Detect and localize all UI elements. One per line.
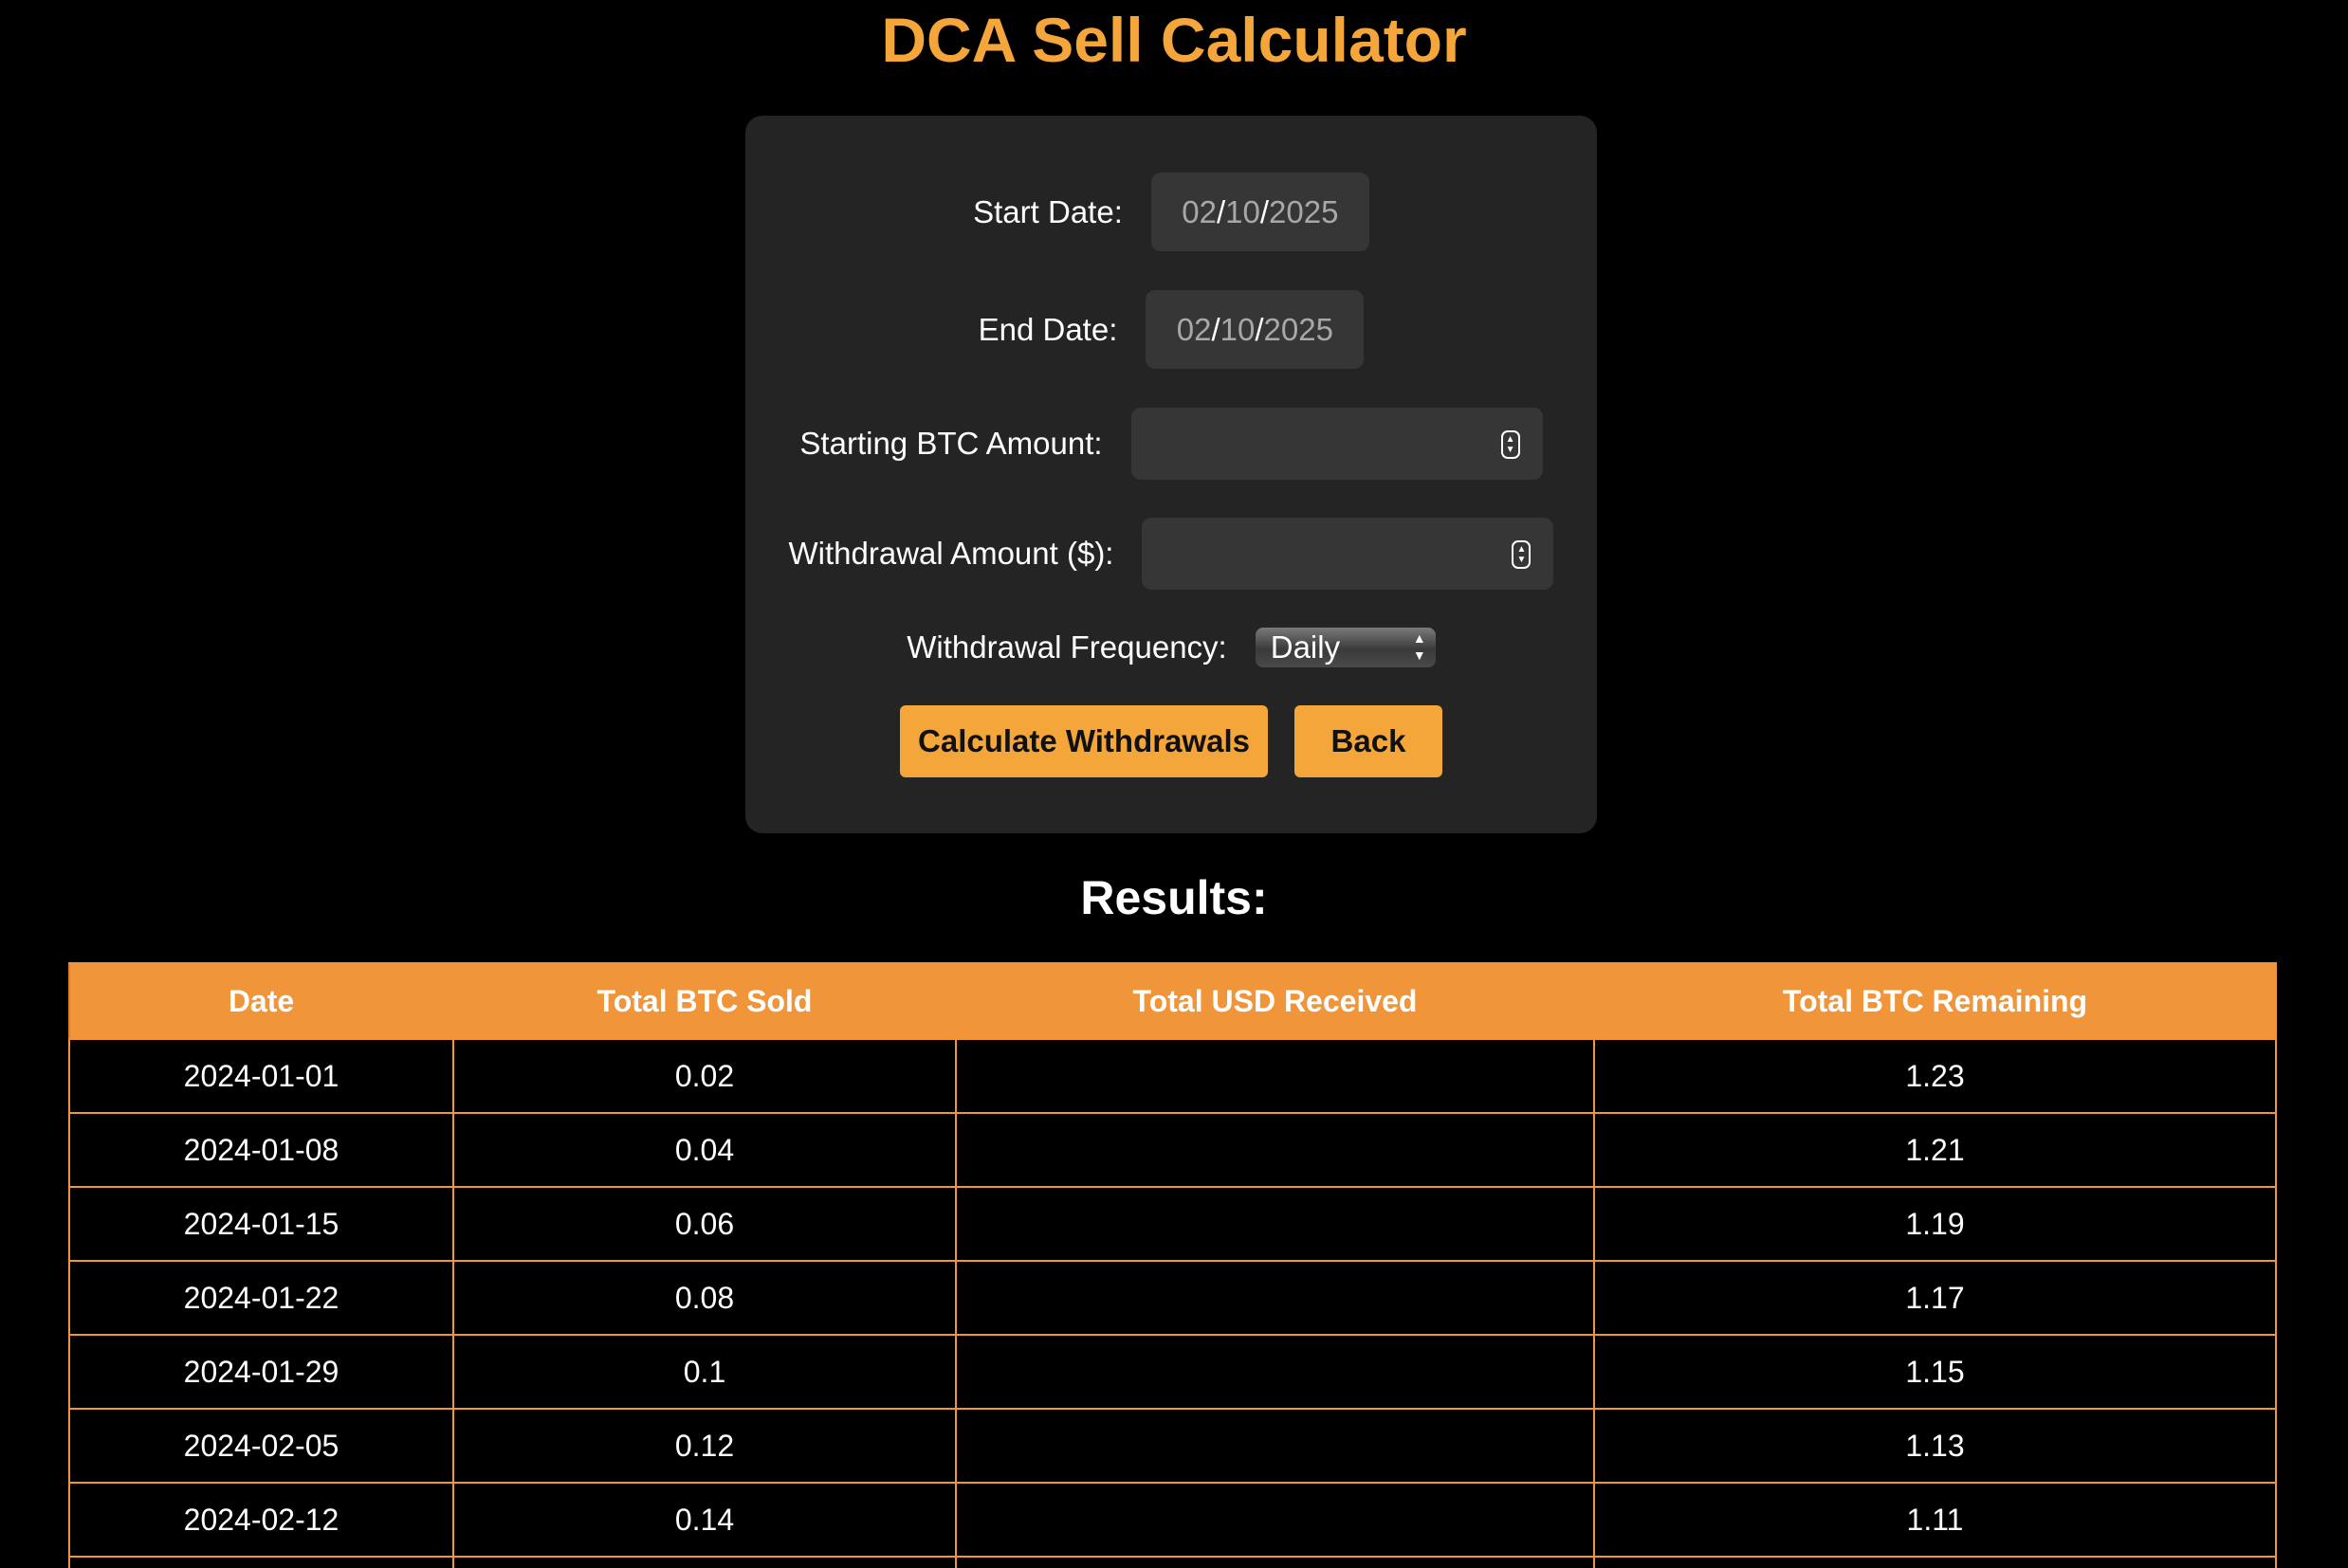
- cell-btc-remaining: 1.13: [1593, 1408, 2277, 1484]
- cell-btc-remaining: 1.11: [1593, 1482, 2277, 1558]
- date-separator: /: [1216, 193, 1226, 229]
- withdrawal-amount-row: Withdrawal Amount ($): ▲ ▼: [745, 518, 1597, 590]
- cell-usd-received: [955, 1260, 1595, 1336]
- date-separator: /: [1255, 311, 1264, 347]
- cell-usd-received: [955, 1186, 1595, 1262]
- start-date-row: Start Date: 02/10/2025: [745, 173, 1597, 251]
- select-arrows-icon: ▲ ▼: [1412, 630, 1426, 663]
- start-date-month[interactable]: 02: [1182, 194, 1217, 230]
- frequency-selected: Daily: [1270, 629, 1341, 665]
- starting-btc-input[interactable]: ▲ ▼: [1130, 408, 1543, 480]
- cell-date: [68, 1556, 454, 1568]
- start-date-label: Start Date:: [973, 193, 1123, 229]
- cell-usd-received: [955, 1038, 1595, 1114]
- results-title: Results:: [1080, 871, 1268, 924]
- end-date-input[interactable]: 02/10/2025: [1146, 290, 1365, 369]
- column-header-btc-sold: Total BTC Sold: [452, 962, 957, 1040]
- cell-date: 2024-02-12: [68, 1482, 454, 1558]
- cell-date: 2024-02-05: [68, 1408, 454, 1484]
- page-title: DCA Sell Calculator: [881, 5, 1467, 75]
- frequency-row: Withdrawal Frequency: Daily ▲ ▼: [745, 628, 1597, 667]
- column-header-btc-remaining: Total BTC Remaining: [1593, 962, 2277, 1040]
- cell-date: 2024-01-01: [68, 1038, 454, 1114]
- number-spinner-icon[interactable]: ▲ ▼: [1500, 430, 1520, 459]
- table-row: 2024-01-15 0.06 1.19: [68, 1186, 2277, 1262]
- calculator-form: Start Date: 02/10/2025 End Date: 02/10/2…: [745, 116, 1597, 833]
- calculate-withdrawals-button[interactable]: Calculate Withdrawals: [900, 705, 1268, 777]
- table-row: [68, 1556, 2277, 1568]
- starting-btc-row: Starting BTC Amount: ▲ ▼: [745, 408, 1597, 480]
- cell-btc-sold: 0.1: [452, 1334, 957, 1410]
- frequency-label: Withdrawal Frequency:: [907, 629, 1227, 665]
- start-date-day[interactable]: 10: [1225, 194, 1260, 230]
- table-row: 2024-01-08 0.04 1.21: [68, 1112, 2277, 1188]
- table-header-row: Date Total BTC Sold Total USD Received T…: [68, 962, 2277, 1040]
- end-date-day[interactable]: 10: [1220, 312, 1256, 348]
- end-date-month[interactable]: 02: [1177, 312, 1212, 348]
- start-date-year[interactable]: 2025: [1269, 194, 1338, 230]
- cell-date: 2024-01-29: [68, 1334, 454, 1410]
- cell-btc-sold: 0.02: [452, 1038, 957, 1114]
- number-spinner-icon[interactable]: ▲ ▼: [1512, 540, 1532, 569]
- cell-btc-remaining: 1.21: [1593, 1112, 2277, 1188]
- table-row: 2024-01-01 0.02 1.23: [68, 1038, 2277, 1114]
- start-date-input[interactable]: 02/10/2025: [1150, 173, 1369, 251]
- cell-usd-received: [955, 1408, 1595, 1484]
- cell-usd-received: [955, 1556, 1595, 1568]
- cell-btc-remaining: 1.19: [1593, 1186, 2277, 1262]
- cell-date: 2024-01-22: [68, 1260, 454, 1336]
- cell-btc-sold: 0.04: [452, 1112, 957, 1188]
- cell-btc-sold: 0.08: [452, 1260, 957, 1336]
- end-date-row: End Date: 02/10/2025: [745, 290, 1597, 369]
- table-row: 2024-02-05 0.12 1.13: [68, 1408, 2277, 1484]
- cell-date: 2024-01-15: [68, 1186, 454, 1262]
- cell-usd-received: [955, 1482, 1595, 1558]
- button-row: Calculate Withdrawals Back: [745, 705, 1597, 777]
- column-header-date: Date: [68, 962, 454, 1040]
- cell-btc-sold: [452, 1556, 957, 1568]
- cell-btc-sold: 0.12: [452, 1408, 957, 1484]
- table-row: 2024-02-12 0.14 1.11: [68, 1482, 2277, 1558]
- end-date-year[interactable]: 2025: [1264, 312, 1333, 348]
- cell-date: 2024-01-08: [68, 1112, 454, 1188]
- withdrawal-amount-label: Withdrawal Amount ($):: [788, 536, 1114, 571]
- column-header-usd-received: Total USD Received: [955, 962, 1595, 1040]
- date-separator: /: [1211, 311, 1220, 347]
- withdrawal-amount-input[interactable]: ▲ ▼: [1142, 518, 1554, 590]
- cell-usd-received: [955, 1334, 1595, 1410]
- date-separator: /: [1259, 193, 1270, 229]
- cell-btc-remaining: 1.23: [1593, 1038, 2277, 1114]
- cell-btc-remaining: 1.15: [1593, 1334, 2277, 1410]
- cell-btc-sold: 0.06: [452, 1186, 957, 1262]
- cell-btc-remaining: 1.17: [1593, 1260, 2277, 1336]
- end-date-label: End Date:: [978, 311, 1118, 347]
- cell-btc-remaining: [1593, 1556, 2277, 1568]
- starting-btc-label: Starting BTC Amount:: [799, 426, 1103, 461]
- back-button[interactable]: Back: [1294, 705, 1442, 777]
- results-table: Date Total BTC Sold Total USD Received T…: [68, 962, 2277, 1568]
- cell-usd-received: [955, 1112, 1595, 1188]
- page: DCA Sell Calculator Start Date: 02/10/20…: [0, 0, 2348, 1568]
- cell-btc-sold: 0.14: [452, 1482, 957, 1558]
- table-row: 2024-01-22 0.08 1.17: [68, 1260, 2277, 1336]
- table-row: 2024-01-29 0.1 1.15: [68, 1334, 2277, 1410]
- frequency-select[interactable]: Daily ▲ ▼: [1255, 628, 1436, 667]
